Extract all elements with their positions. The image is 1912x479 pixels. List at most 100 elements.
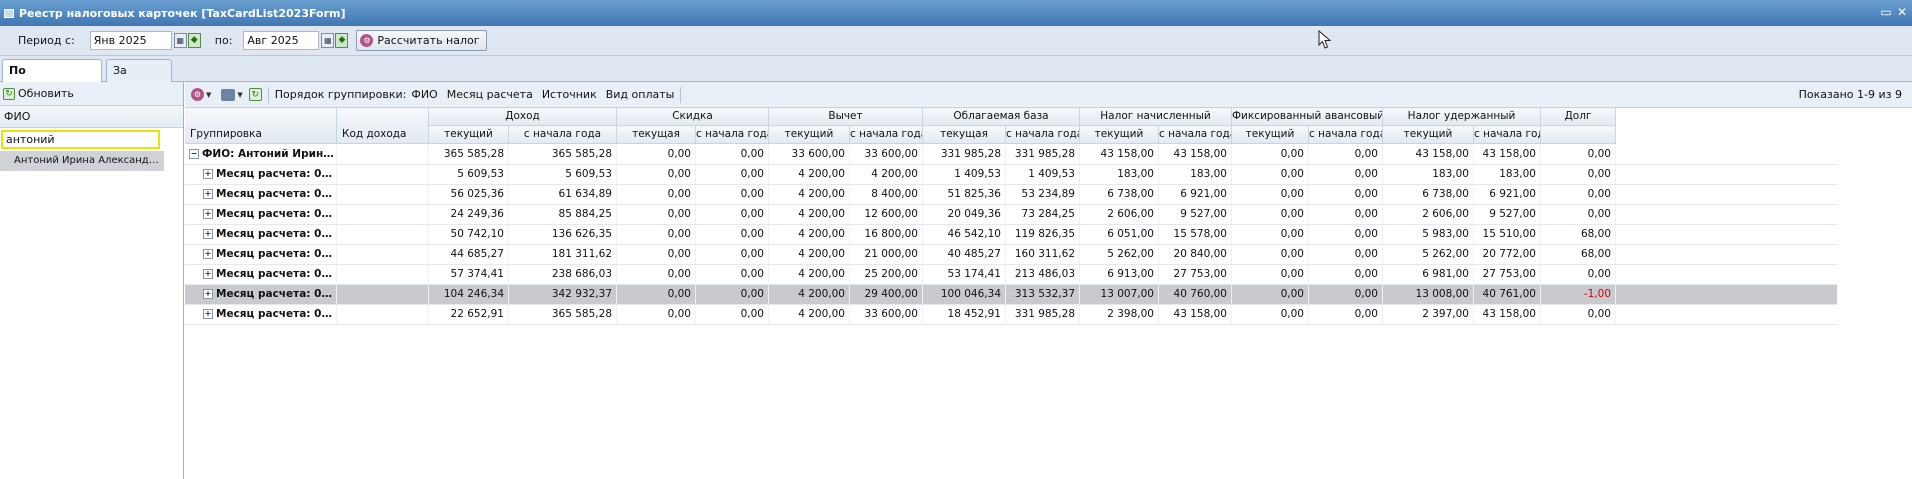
column-header-income-code[interactable]: Код дохода <box>337 108 429 144</box>
group-row-employee[interactable]: − ФИО: Антоний Ирина ... 365 585,28 365 585… <box>185 145 1837 165</box>
value-cell: 0,00 <box>1541 165 1616 184</box>
column-header-16[interactable] <box>1541 126 1616 144</box>
value-cell: 0,00 <box>1232 305 1309 324</box>
expand-icon[interactable]: + <box>203 209 213 219</box>
value-cell: 4 200,00 <box>769 165 850 184</box>
group-row-month[interactable]: + Месяц расчета: 06.... 57 374,41 238 686,0… <box>185 265 1837 285</box>
column-header-3[interactable]: с начала года <box>509 126 617 144</box>
grid-refresh-icon[interactable]: ↻ <box>248 88 262 101</box>
calendar-icon[interactable]: ▦ <box>173 33 187 48</box>
group-header-tax-accrued[interactable]: Налог начисленный <box>1080 108 1232 126</box>
value-cell: 0,00 <box>1309 145 1383 164</box>
value-cell: 0,00 <box>1309 285 1383 304</box>
print-dropdown-button[interactable]: ▼ <box>221 88 243 101</box>
expand-icon[interactable]: + <box>203 169 213 179</box>
fio-column-header[interactable]: ФИО <box>0 106 183 128</box>
calculate-tax-button[interactable]: ⚙ Рассчитать налог <box>356 30 487 51</box>
group-header-taxable-base[interactable]: Облагаемая база <box>923 108 1080 126</box>
column-header-5[interactable]: с начала года <box>696 126 769 144</box>
print-icon <box>221 88 236 101</box>
column-header-12[interactable]: текущий <box>1232 126 1309 144</box>
expand-icon[interactable]: + <box>203 309 213 319</box>
grouping-field-fio[interactable]: ФИО <box>411 88 437 101</box>
calendar-icon[interactable]: ▦ <box>321 33 335 48</box>
column-header-11[interactable]: с начала года <box>1159 126 1232 144</box>
grouping-label: Месяц расчета: 01.... <box>216 168 337 180</box>
group-row-month[interactable]: + Месяц расчета: 04.... 50 742,10 136 626,3… <box>185 225 1837 245</box>
period-bar: Период с: Янв 2025 ▦ ◆ по: Авг 2025 ▦ ◆ … <box>0 26 1912 56</box>
group-row-month[interactable]: + Месяц расчета: 05.... 44 685,27 181 311,6… <box>185 245 1837 265</box>
expand-icon[interactable]: + <box>203 289 213 299</box>
maximize-icon[interactable]: ▭ <box>1880 6 1892 18</box>
value-cell: 313 532,37 <box>1006 285 1080 304</box>
column-header-14[interactable]: текущий <box>1383 126 1474 144</box>
value-cell: 0,00 <box>1309 165 1383 184</box>
expand-icon[interactable]: + <box>203 189 213 199</box>
group-header-deduction[interactable]: Вычет <box>769 108 923 126</box>
grouping-field-month[interactable]: Месяц расчета <box>447 88 533 101</box>
column-header-4[interactable]: текущая <box>617 126 696 144</box>
grouping-field-payment-type[interactable]: Вид оплаты <box>606 88 675 101</box>
column-header-grouping[interactable]: Группировка <box>185 108 337 144</box>
value-cell: 15 578,00 <box>1159 225 1232 244</box>
value-cell: -1,00 <box>1541 285 1616 304</box>
grouping-label: Месяц расчета: 07.... <box>216 288 337 300</box>
calculate-tax-label: Рассчитать налог <box>377 34 480 47</box>
value-cell: 24 249,36 <box>429 205 509 224</box>
expand-icon[interactable]: + <box>203 249 213 259</box>
group-header-discount[interactable]: Скидка <box>617 108 769 126</box>
grouping-field-source[interactable]: Источник <box>542 88 597 101</box>
settings-dropdown-button[interactable]: ⚙ ▼ <box>191 88 211 101</box>
period-to-field[interactable]: Авг 2025 <box>243 31 320 50</box>
value-cell: 4 200,00 <box>769 285 850 304</box>
collapse-icon[interactable]: − <box>189 149 199 159</box>
value-cell: 0,00 <box>696 145 769 164</box>
column-header-9[interactable]: с начала года <box>1006 126 1080 144</box>
column-header-6[interactable]: текущий <box>769 126 850 144</box>
refresh-button[interactable]: ↻ Обновить <box>3 87 74 100</box>
grouping-label: Месяц расчета: 03.... <box>216 208 337 220</box>
value-cell: 57 374,41 <box>429 265 509 284</box>
tab-for-period[interactable]: За период <box>106 59 172 98</box>
close-icon[interactable]: ✕ <box>1896 6 1908 18</box>
column-header-7[interactable]: с начала года <box>850 126 923 144</box>
expand-icon[interactable]: + <box>203 269 213 279</box>
column-header-2[interactable]: текущий <box>429 126 509 144</box>
value-cell: 5 609,53 <box>509 165 617 184</box>
expand-icon[interactable]: + <box>203 229 213 239</box>
value-cell: 331 985,28 <box>1006 305 1080 324</box>
income-code-cell <box>337 245 429 264</box>
group-row-month[interactable]: + Месяц расчета: 01.... 5 609,53 5 609,53 0,… <box>185 165 1837 185</box>
column-header-8[interactable]: текущая <box>923 126 1006 144</box>
period-from-field[interactable]: Янв 2025 <box>89 31 172 50</box>
fio-filter-input[interactable]: антоний <box>1 130 160 149</box>
grouping-cell: + Месяц расчета: 03.... <box>185 205 337 224</box>
value-cell: 0,00 <box>1541 145 1616 164</box>
dropdown-arrow-icon: ▼ <box>206 90 212 99</box>
tab-by-employees[interactable]: По сотрудникам <box>2 59 102 98</box>
value-cell: 183,00 <box>1474 165 1541 184</box>
calculate-icon: ⚙ <box>360 34 374 47</box>
value-cell: 0,00 <box>1541 305 1616 324</box>
value-cell: 44 685,27 <box>429 245 509 264</box>
employee-list-item[interactable]: Антоний Ирина Александро... <box>0 151 164 171</box>
value-cell: 0,00 <box>1232 165 1309 184</box>
group-header-fixed-advance[interactable]: Фиксированный авансовый платеж <box>1232 108 1383 126</box>
column-header-13[interactable]: с начала года <box>1309 126 1383 144</box>
period-picker-icon[interactable]: ◆ <box>335 33 349 48</box>
value-cell: 1 409,53 <box>1006 165 1080 184</box>
group-header-tax-withheld[interactable]: Налог удержанный <box>1383 108 1541 126</box>
group-row-month[interactable]: + Месяц расчета: 02.... 56 025,36 61 634,89… <box>185 185 1837 205</box>
group-row-month[interactable]: + Месяц расчета: 08.... 22 652,91 365 585,2… <box>185 305 1837 325</box>
group-row-month[interactable]: + Месяц расчета: 07.... 104 246,34 342 932,… <box>185 285 1837 305</box>
column-header-15[interactable]: с начала года <box>1474 126 1541 144</box>
column-header-10[interactable]: текущий <box>1080 126 1159 144</box>
group-row-month[interactable]: + Месяц расчета: 03.... 24 249,36 85 884,25… <box>185 205 1837 225</box>
group-header-income[interactable]: Доход <box>429 108 617 126</box>
value-cell: 0,00 <box>696 245 769 264</box>
group-header-debt[interactable]: Долг <box>1541 108 1616 126</box>
value-cell: 2 606,00 <box>1383 205 1474 224</box>
refresh-icon: ↻ <box>3 87 15 100</box>
period-picker-icon[interactable]: ◆ <box>187 33 201 48</box>
value-cell: 6 921,00 <box>1159 185 1232 204</box>
